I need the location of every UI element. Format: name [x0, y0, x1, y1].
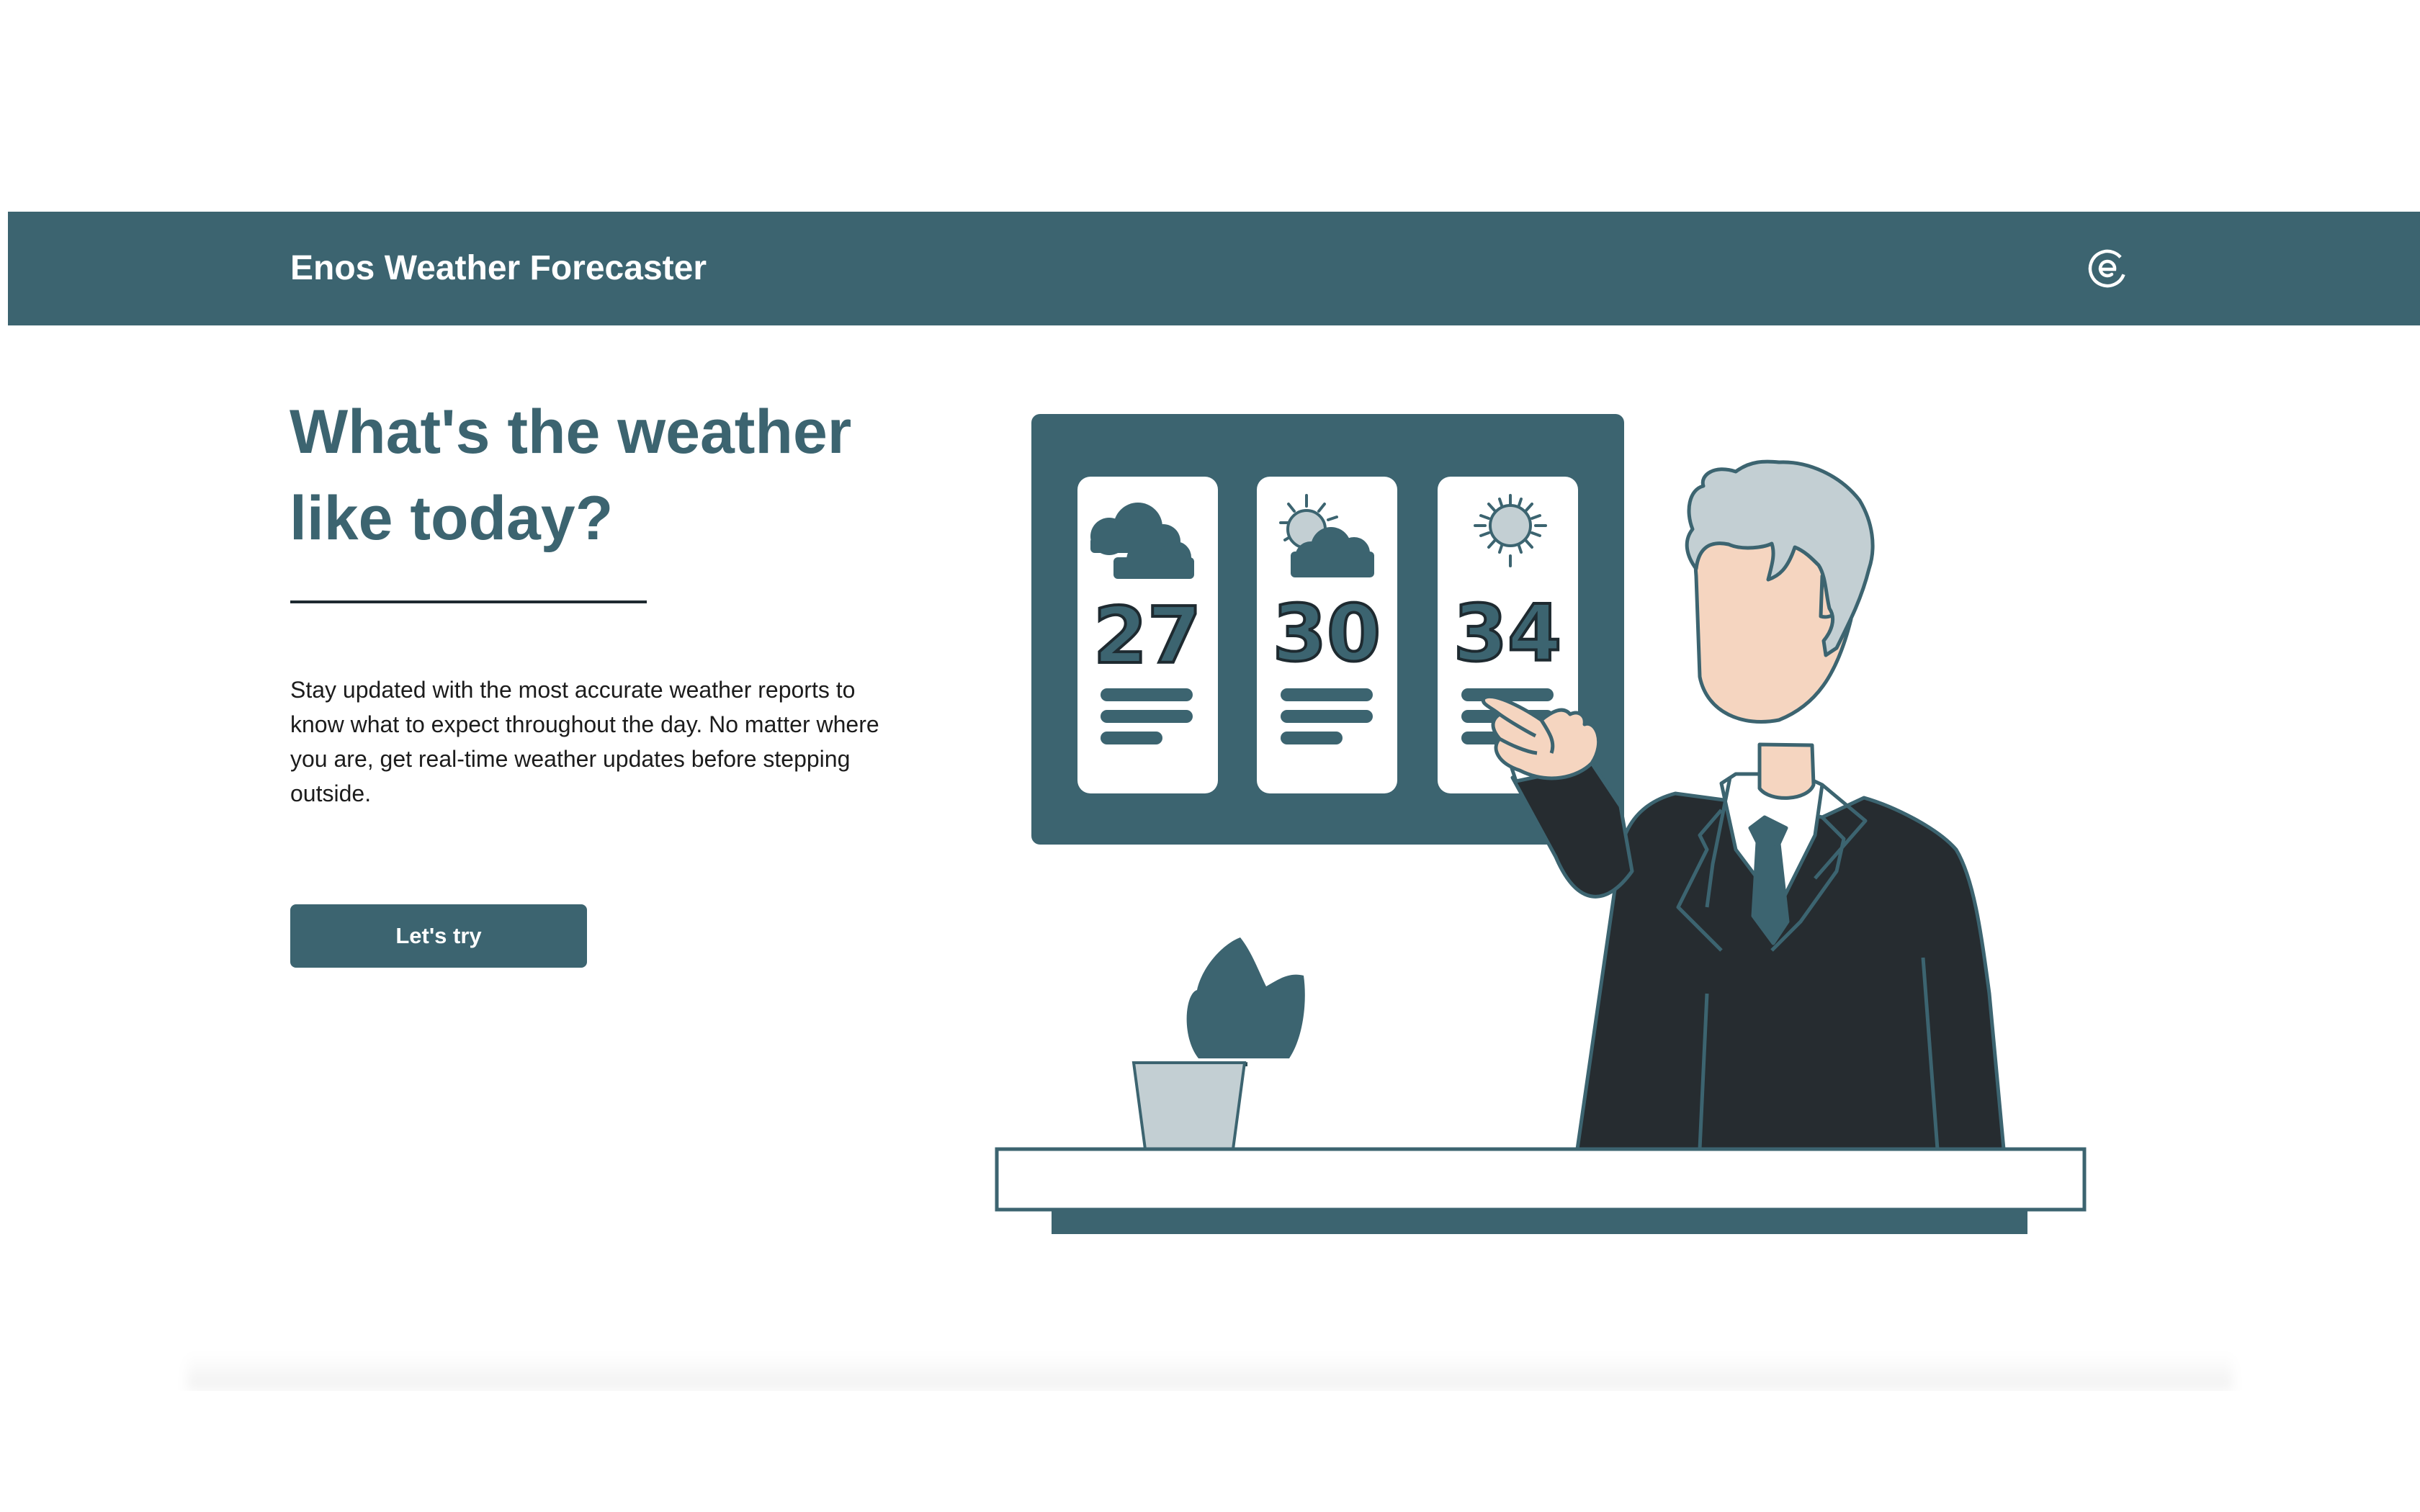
forecast-card: 27 — [1077, 477, 1218, 793]
presenter-head — [1685, 459, 1875, 800]
app-title[interactable]: Enos Weather Forecaster — [290, 248, 707, 289]
presenter — [1481, 694, 2006, 1151]
page-footer-space — [0, 1391, 2420, 1512]
headline-divider — [290, 600, 647, 603]
weather-presenter-illustration: 27 30 34 — [995, 414, 2087, 1234]
content-shadow — [187, 1354, 2233, 1390]
forecast-temperature: 27 — [1093, 591, 1201, 681]
desk-base — [1052, 1210, 2027, 1234]
hero-headline: What's the weather like today? — [290, 397, 852, 553]
potted-plant — [1131, 937, 1305, 1151]
forecast-temperature: 34 — [1453, 589, 1561, 679]
forecast-card: 30 — [1257, 477, 1397, 793]
forecast-temperature: 30 — [1273, 589, 1381, 679]
enos-e-logo-icon[interactable] — [2086, 247, 2129, 290]
lets-try-button[interactable]: Let's try — [290, 904, 587, 968]
desk-top — [995, 1147, 2087, 1212]
hero-description: Stay updated with the most accurate weat… — [290, 677, 879, 806]
